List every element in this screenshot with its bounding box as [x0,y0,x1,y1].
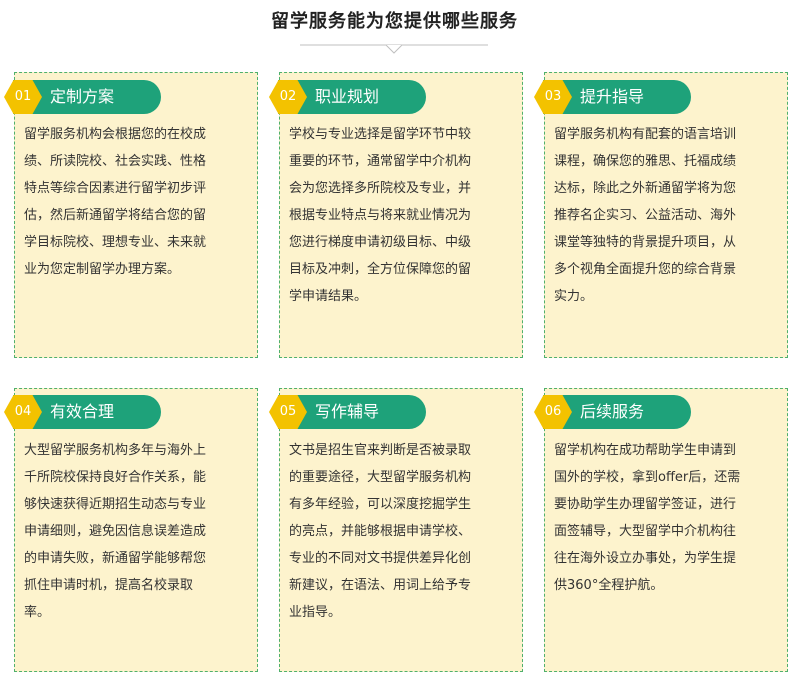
card-text-line: 根据专业特点与将来就业情况为 [289,208,472,223]
card-text-line: 供360°全程护航。 [554,578,664,593]
card-badge-06: 06 后续服务 [534,395,691,429]
service-card-improvement-guidance: 留学服务机构有配套的语言培训 课程，确保您的雅思、托福成绩 达标，除此之外新通留… [544,72,788,358]
service-card-career-planning: 学校与专业选择是留学环节中较 重要的环节，通常留学中介机构 会为您选择多所院校及… [279,72,523,358]
service-card-effective-reasonable: 大型留学服务机构多年与海外上 千所院校保持良好合作关系，能 够快速获得近期招生动… [14,388,258,672]
card-text-line: 国外的学校，拿到offer后，还需 [554,470,741,485]
card-text-line: 目标及冲刺，全方位保障您的留 [289,262,472,277]
card-description: 留学服务机构会根据您的在校成 绩、所读院校、社会实践、性格 特点等综合因素进行留… [24,121,252,283]
card-title: 有效合理 [50,402,115,421]
card-text-line: 的申请失败，新通留学能够帮您 [24,551,207,566]
card-badge-05: 05 写作辅导 [269,395,426,429]
card-text-line: 千所院校保持良好合作关系，能 [24,470,207,485]
card-text-line: 推荐名企实习、公益活动、海外 [554,208,737,223]
card-description: 文书是招生官来判断是否被录取 的重要途径，大型留学服务机构 有多年经验，可以深度… [289,437,517,626]
card-text-line: 往在海外设立办事处，为学生提 [554,551,737,566]
card-text-line: 抓住申请时机，提高名校录取 [24,578,194,593]
card-text-line: 您进行梯度申请初级目标、中级 [289,235,472,250]
card-text-line: 留学机构在成功帮助学生申请到 [554,443,737,458]
card-text-line: 实力。 [554,289,594,304]
card-text-line: 业为您定制留学办理方案。 [24,262,181,277]
card-text-line: 要协助学生办理留学签证，进行 [554,497,737,512]
card-text-line: 学校与专业选择是留学环节中较 [289,127,472,142]
card-text-line: 估，然后新通留学将结合您的留 [24,208,207,223]
card-text-line: 课堂等独特的背景提升项目，从 [554,235,737,250]
card-description: 学校与专业选择是留学环节中较 重要的环节，通常留学中介机构 会为您选择多所院校及… [289,121,517,310]
card-text-line: 申请细则，避免因信息误差造成 [24,524,207,539]
card-text-line: 面签辅导，大型留学中介机构往 [554,524,737,539]
card-text-line: 率。 [24,605,51,620]
service-card-custom-plan: 留学服务机构会根据您的在校成 绩、所读院校、社会实践、性格 特点等综合因素进行留… [14,72,258,358]
card-text-line: 留学服务机构会根据您的在校成 [24,127,207,142]
page-title: 留学服务能为您提供哪些服务 [271,11,518,32]
card-text-line: 有多年经验，可以深度挖掘学生 [289,497,472,512]
card-title: 提升指导 [580,87,645,106]
card-text-line: 够快速获得近期招生动态与专业 [24,497,207,512]
card-title: 后续服务 [580,402,645,421]
card-text-line: 绩、所读院校、社会实践、性格 [24,154,207,169]
card-text-line: 的亮点，并能够根据申请学校、 [289,524,472,539]
card-text-line: 特点等综合因素进行留学初步评 [24,181,207,196]
card-text-line: 学目标院校、理想专业、未来就 [24,235,207,250]
card-text-line: 专业的不同对文书提供差异化创 [289,551,472,566]
card-title: 职业规划 [315,87,380,106]
card-text-line: 的重要途径，大型留学服务机构 [289,470,472,485]
card-badge-03: 03 提升指导 [534,80,691,114]
card-text-line: 留学服务机构有配套的语言培训 [554,127,737,142]
card-text-line: 业指导。 [289,605,342,620]
card-description: 大型留学服务机构多年与海外上 千所院校保持良好合作关系，能 够快速获得近期招生动… [24,437,252,626]
card-text-line: 文书是招生官来判断是否被录取 [289,443,472,458]
title-divider [300,44,488,54]
card-text-line: 达标，除此之外新通留学将为您 [554,181,737,196]
card-text-line: 会为您选择多所院校及专业，并 [289,181,472,196]
service-card-writing-tutoring: 文书是招生官来判断是否被录取 的重要途径，大型留学服务机构 有多年经验，可以深度… [279,388,523,672]
card-title: 写作辅导 [315,402,380,421]
card-badge-02: 02 职业规划 [269,80,426,114]
card-badge-04: 04 有效合理 [4,395,161,429]
card-text-line: 大型留学服务机构多年与海外上 [24,443,207,458]
card-text-line: 课程，确保您的雅思、托福成绩 [554,154,737,169]
card-text-line: 重要的环节，通常留学中介机构 [289,154,472,169]
card-text-line: 多个视角全面提升您的综合背景 [554,262,737,277]
card-description: 留学机构在成功帮助学生申请到 国外的学校，拿到offer后，还需 要协助学生办理… [554,437,782,599]
service-card-follow-up: 留学机构在成功帮助学生申请到 国外的学校，拿到offer后，还需 要协助学生办理… [544,388,788,672]
card-badge-01: 01 定制方案 [4,80,161,114]
card-title: 定制方案 [50,87,115,106]
card-text-line: 学申请结果。 [289,289,368,304]
card-description: 留学服务机构有配套的语言培训 课程，确保您的雅思、托福成绩 达标，除此之外新通留… [554,121,782,310]
card-text-line: 新建议，在语法、用词上给予专 [289,578,472,593]
